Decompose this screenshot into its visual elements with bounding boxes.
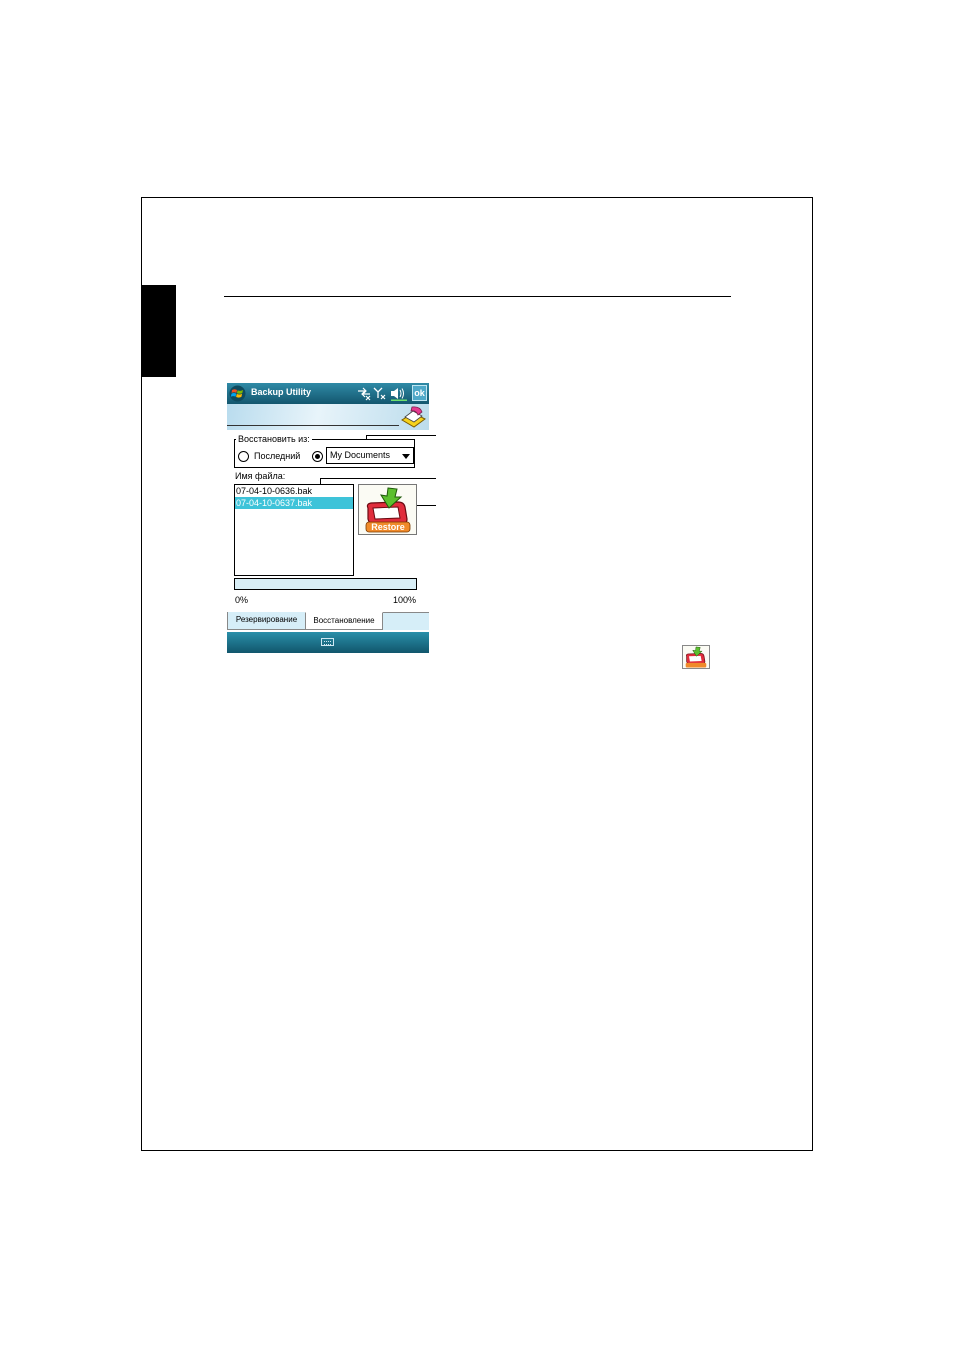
restore-folder-value: My Documents [330, 450, 391, 460]
list-item-selected[interactable]: 07-04-10-0637.bak [235, 497, 353, 509]
restore-inline-icon [682, 645, 710, 669]
backup-file-list[interactable]: 07-04-10-0636.bak 07-04-10-0637.bak [234, 484, 354, 576]
restore-progress-bar [234, 578, 417, 590]
app-title: Backup Utility [251, 387, 312, 397]
windows-start-icon[interactable] [229, 385, 246, 402]
ok-button[interactable]: ok [412, 385, 427, 401]
radio-last-backup[interactable] [238, 451, 249, 462]
radio-folder[interactable] [312, 451, 323, 462]
restore-icon: Restore [365, 487, 411, 533]
keyboard-icon[interactable] [321, 638, 334, 646]
restore-folder-select[interactable]: My Documents [326, 447, 414, 464]
tab-backup[interactable]: Резервирование [227, 612, 306, 630]
progress-min-label: 0% [235, 595, 249, 605]
section-divider [224, 296, 731, 297]
title-bar: Backup Utility ok [227, 383, 429, 404]
tab-restore[interactable]: Восстановление [305, 612, 383, 630]
device-screen: Backup Utility ok Восстановить из: После… [227, 383, 429, 653]
connectivity-off-icon[interactable] [357, 386, 371, 401]
chevron-down-icon [402, 454, 410, 459]
page-frame [141, 197, 813, 1151]
radio-selected-dot [315, 454, 320, 459]
restore-button[interactable]: Restore [358, 484, 417, 535]
file-name-label: Имя файла: [235, 471, 286, 481]
restore-icon-text: Restore [371, 522, 405, 532]
chapter-tab-marker [141, 285, 176, 377]
volume-icon[interactable] [390, 386, 408, 401]
softkey-bar [227, 632, 429, 653]
radio-last-label: Последний [254, 451, 301, 461]
callout-line-file-name-horizontal [320, 478, 436, 479]
tab-bar: Резервирование Восстановление [227, 612, 429, 630]
list-item[interactable]: 07-04-10-0636.bak [235, 485, 353, 497]
callout-line-restore-from-horizontal [366, 435, 436, 436]
signal-off-icon[interactable] [373, 386, 387, 401]
progress-max-label: 100% [392, 595, 416, 605]
callout-line-restore-button [417, 505, 436, 506]
header-banner [227, 404, 429, 430]
restore-from-legend: Восстановить из: [236, 434, 312, 444]
banner-divider [227, 425, 399, 426]
backup-utility-logo-icon [401, 406, 426, 428]
